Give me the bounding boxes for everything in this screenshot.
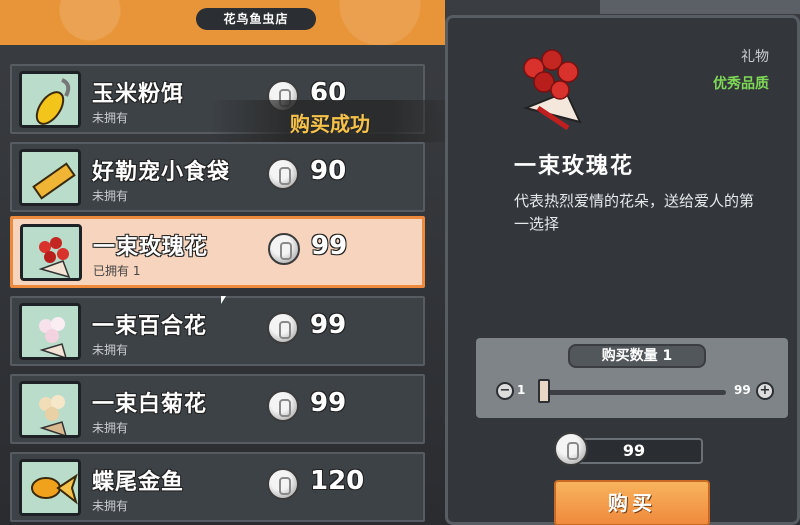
item-detail-panel: 礼物 优秀品质 一束玫瑰花 代表热烈爱情的花朵，送给爱人的第一选择 购买数量 1… [445, 15, 800, 525]
rose-bouquet-icon [508, 38, 598, 133]
lily-bouquet-icon [19, 303, 81, 360]
rose-bouquet-icon [20, 224, 82, 281]
item-name: 玉米粉饵 [92, 82, 185, 107]
list-item[interactable]: 一束白菊花 未拥有 99 [10, 374, 425, 444]
item-price: 120 [310, 466, 365, 496]
item-owned-status: 未拥有 [92, 421, 129, 435]
increase-quantity-button[interactable]: + [756, 382, 774, 400]
item-name: 一束百合花 [92, 314, 208, 339]
item-name: 好勒宠小食袋 [92, 160, 231, 185]
corn-bait-icon [19, 71, 81, 128]
list-item[interactable]: 好勒宠小食袋 未拥有 90 [10, 142, 425, 212]
quantity-slider-track[interactable] [540, 390, 726, 395]
goldfish-icon [19, 459, 81, 516]
quantity-selector: 购买数量 1 − 1 99 + [476, 338, 788, 418]
item-category: 礼物 [741, 49, 769, 65]
item-price: 99 [310, 388, 347, 418]
item-price: 99 [311, 231, 348, 261]
item-price: 90 [310, 156, 347, 186]
coin-icon [267, 158, 299, 190]
coin-icon [267, 390, 299, 422]
item-owned-status: 未拥有 [92, 189, 129, 203]
purchase-success-toast: 购买成功 [290, 112, 370, 136]
mouse-cursor-icon [221, 296, 226, 304]
item-owned-status: 未拥有 [92, 499, 129, 513]
item-quality: 优秀品质 [713, 76, 769, 92]
coin-icon [267, 468, 299, 500]
snack-bag-icon [19, 149, 81, 206]
quantity-min: 1 [517, 383, 526, 397]
item-name: 一束白菊花 [92, 392, 208, 417]
chrysanthemum-bouquet-icon [19, 381, 81, 438]
quantity-slider-handle[interactable] [538, 379, 550, 403]
item-name: 蝶尾金鱼 [92, 470, 185, 495]
coin-icon [554, 432, 588, 466]
list-item-selected[interactable]: 一束玫瑰花 已拥有 1 99 [10, 216, 425, 288]
item-price: 99 [310, 310, 347, 340]
list-item[interactable]: 一束百合花 未拥有 99 [10, 296, 425, 366]
list-item[interactable]: 蝶尾金鱼 未拥有 120 [10, 452, 425, 522]
detail-description: 代表热烈爱情的花朵，送给爱人的第一选择 [514, 192, 755, 233]
item-owned-status: 未拥有 [92, 111, 129, 125]
item-owned-status: 已拥有 1 [93, 264, 141, 278]
detail-item-name: 一束玫瑰花 [514, 154, 635, 179]
item-name: 一束玫瑰花 [93, 235, 209, 260]
coin-icon [268, 233, 300, 265]
shop-title: 花鸟鱼虫店 [196, 8, 316, 30]
item-owned-status: 未拥有 [92, 343, 129, 357]
buy-button[interactable]: 购买 [554, 480, 710, 525]
decrease-quantity-button[interactable]: − [496, 382, 514, 400]
coin-icon [267, 312, 299, 344]
quantity-label: 购买数量 1 [568, 344, 706, 368]
top-strip [600, 0, 800, 14]
quantity-max: 99 [734, 383, 751, 397]
